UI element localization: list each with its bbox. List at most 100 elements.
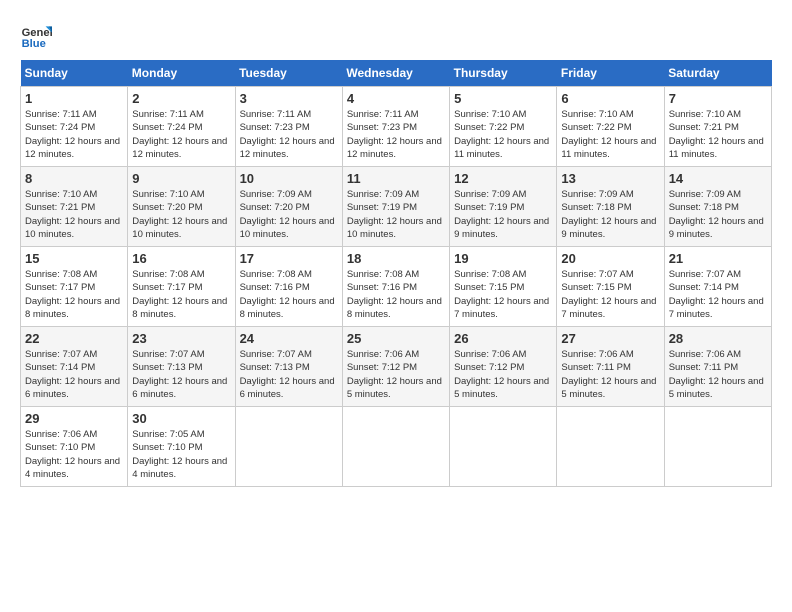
- calendar-cell: 12 Sunrise: 7:09 AMSunset: 7:19 PMDaylig…: [450, 167, 557, 247]
- calendar-table: SundayMondayTuesdayWednesdayThursdayFrid…: [20, 60, 772, 487]
- day-number: 12: [454, 171, 552, 186]
- svg-text:General: General: [22, 27, 52, 39]
- page-header: General Blue: [20, 20, 772, 52]
- calendar-week-row: 29 Sunrise: 7:06 AMSunset: 7:10 PMDaylig…: [21, 407, 772, 487]
- day-number: 1: [25, 91, 123, 106]
- day-info: Sunrise: 7:09 AMSunset: 7:18 PMDaylight:…: [561, 189, 656, 240]
- day-info: Sunrise: 7:10 AMSunset: 7:22 PMDaylight:…: [561, 109, 656, 160]
- calendar-cell: 11 Sunrise: 7:09 AMSunset: 7:19 PMDaylig…: [342, 167, 449, 247]
- day-info: Sunrise: 7:07 AMSunset: 7:15 PMDaylight:…: [561, 269, 656, 320]
- day-number: 2: [132, 91, 230, 106]
- day-number: 11: [347, 171, 445, 186]
- day-number: 18: [347, 251, 445, 266]
- day-number: 25: [347, 331, 445, 346]
- day-info: Sunrise: 7:08 AMSunset: 7:17 PMDaylight:…: [25, 269, 120, 320]
- day-number: 8: [25, 171, 123, 186]
- calendar-cell: 5 Sunrise: 7:10 AMSunset: 7:22 PMDayligh…: [450, 87, 557, 167]
- day-number: 17: [240, 251, 338, 266]
- svg-text:Blue: Blue: [22, 38, 46, 50]
- calendar-cell: 8 Sunrise: 7:10 AMSunset: 7:21 PMDayligh…: [21, 167, 128, 247]
- day-info: Sunrise: 7:09 AMSunset: 7:19 PMDaylight:…: [347, 189, 442, 240]
- day-info: Sunrise: 7:06 AMSunset: 7:10 PMDaylight:…: [25, 429, 120, 480]
- calendar-cell: 1 Sunrise: 7:11 AMSunset: 7:24 PMDayligh…: [21, 87, 128, 167]
- calendar-cell: 15 Sunrise: 7:08 AMSunset: 7:17 PMDaylig…: [21, 247, 128, 327]
- day-info: Sunrise: 7:11 AMSunset: 7:23 PMDaylight:…: [240, 109, 335, 160]
- day-info: Sunrise: 7:10 AMSunset: 7:20 PMDaylight:…: [132, 189, 227, 240]
- day-info: Sunrise: 7:10 AMSunset: 7:22 PMDaylight:…: [454, 109, 549, 160]
- calendar-week-row: 15 Sunrise: 7:08 AMSunset: 7:17 PMDaylig…: [21, 247, 772, 327]
- weekday-header-thursday: Thursday: [450, 60, 557, 87]
- day-number: 7: [669, 91, 767, 106]
- day-number: 24: [240, 331, 338, 346]
- day-info: Sunrise: 7:08 AMSunset: 7:16 PMDaylight:…: [240, 269, 335, 320]
- calendar-cell: 26 Sunrise: 7:06 AMSunset: 7:12 PMDaylig…: [450, 327, 557, 407]
- day-number: 27: [561, 331, 659, 346]
- calendar-cell: 9 Sunrise: 7:10 AMSunset: 7:20 PMDayligh…: [128, 167, 235, 247]
- day-info: Sunrise: 7:09 AMSunset: 7:18 PMDaylight:…: [669, 189, 764, 240]
- day-number: 10: [240, 171, 338, 186]
- calendar-cell: 19 Sunrise: 7:08 AMSunset: 7:15 PMDaylig…: [450, 247, 557, 327]
- calendar-cell: 23 Sunrise: 7:07 AMSunset: 7:13 PMDaylig…: [128, 327, 235, 407]
- calendar-cell: 24 Sunrise: 7:07 AMSunset: 7:13 PMDaylig…: [235, 327, 342, 407]
- calendar-cell: [557, 407, 664, 487]
- day-info: Sunrise: 7:07 AMSunset: 7:13 PMDaylight:…: [240, 349, 335, 400]
- weekday-header-wednesday: Wednesday: [342, 60, 449, 87]
- weekday-header-friday: Friday: [557, 60, 664, 87]
- weekday-header-tuesday: Tuesday: [235, 60, 342, 87]
- day-number: 5: [454, 91, 552, 106]
- day-number: 13: [561, 171, 659, 186]
- day-info: Sunrise: 7:08 AMSunset: 7:16 PMDaylight:…: [347, 269, 442, 320]
- weekday-header-monday: Monday: [128, 60, 235, 87]
- calendar-week-row: 22 Sunrise: 7:07 AMSunset: 7:14 PMDaylig…: [21, 327, 772, 407]
- calendar-cell: 27 Sunrise: 7:06 AMSunset: 7:11 PMDaylig…: [557, 327, 664, 407]
- day-number: 28: [669, 331, 767, 346]
- day-info: Sunrise: 7:06 AMSunset: 7:12 PMDaylight:…: [454, 349, 549, 400]
- calendar-cell: 4 Sunrise: 7:11 AMSunset: 7:23 PMDayligh…: [342, 87, 449, 167]
- day-number: 21: [669, 251, 767, 266]
- calendar-cell: 30 Sunrise: 7:05 AMSunset: 7:10 PMDaylig…: [128, 407, 235, 487]
- calendar-cell: 18 Sunrise: 7:08 AMSunset: 7:16 PMDaylig…: [342, 247, 449, 327]
- calendar-cell: 6 Sunrise: 7:10 AMSunset: 7:22 PMDayligh…: [557, 87, 664, 167]
- day-number: 20: [561, 251, 659, 266]
- calendar-cell: 16 Sunrise: 7:08 AMSunset: 7:17 PMDaylig…: [128, 247, 235, 327]
- weekday-header-row: SundayMondayTuesdayWednesdayThursdayFrid…: [21, 60, 772, 87]
- day-info: Sunrise: 7:11 AMSunset: 7:24 PMDaylight:…: [25, 109, 120, 160]
- calendar-cell: 14 Sunrise: 7:09 AMSunset: 7:18 PMDaylig…: [664, 167, 771, 247]
- day-info: Sunrise: 7:11 AMSunset: 7:23 PMDaylight:…: [347, 109, 442, 160]
- day-info: Sunrise: 7:08 AMSunset: 7:15 PMDaylight:…: [454, 269, 549, 320]
- day-number: 4: [347, 91, 445, 106]
- day-number: 19: [454, 251, 552, 266]
- calendar-cell: 13 Sunrise: 7:09 AMSunset: 7:18 PMDaylig…: [557, 167, 664, 247]
- day-number: 16: [132, 251, 230, 266]
- day-info: Sunrise: 7:11 AMSunset: 7:24 PMDaylight:…: [132, 109, 227, 160]
- calendar-cell: 25 Sunrise: 7:06 AMSunset: 7:12 PMDaylig…: [342, 327, 449, 407]
- calendar-cell: 20 Sunrise: 7:07 AMSunset: 7:15 PMDaylig…: [557, 247, 664, 327]
- day-number: 23: [132, 331, 230, 346]
- day-info: Sunrise: 7:09 AMSunset: 7:19 PMDaylight:…: [454, 189, 549, 240]
- day-number: 14: [669, 171, 767, 186]
- calendar-cell: [450, 407, 557, 487]
- calendar-cell: [664, 407, 771, 487]
- day-number: 22: [25, 331, 123, 346]
- calendar-cell: 2 Sunrise: 7:11 AMSunset: 7:24 PMDayligh…: [128, 87, 235, 167]
- day-info: Sunrise: 7:09 AMSunset: 7:20 PMDaylight:…: [240, 189, 335, 240]
- day-info: Sunrise: 7:07 AMSunset: 7:14 PMDaylight:…: [25, 349, 120, 400]
- day-info: Sunrise: 7:07 AMSunset: 7:14 PMDaylight:…: [669, 269, 764, 320]
- calendar-cell: 28 Sunrise: 7:06 AMSunset: 7:11 PMDaylig…: [664, 327, 771, 407]
- day-number: 3: [240, 91, 338, 106]
- weekday-header-sunday: Sunday: [21, 60, 128, 87]
- day-info: Sunrise: 7:10 AMSunset: 7:21 PMDaylight:…: [669, 109, 764, 160]
- day-number: 26: [454, 331, 552, 346]
- day-number: 30: [132, 411, 230, 426]
- day-number: 6: [561, 91, 659, 106]
- day-number: 9: [132, 171, 230, 186]
- day-info: Sunrise: 7:05 AMSunset: 7:10 PMDaylight:…: [132, 429, 227, 480]
- day-info: Sunrise: 7:06 AMSunset: 7:11 PMDaylight:…: [669, 349, 764, 400]
- weekday-header-saturday: Saturday: [664, 60, 771, 87]
- logo-icon: General Blue: [20, 20, 52, 52]
- day-number: 15: [25, 251, 123, 266]
- calendar-cell: 3 Sunrise: 7:11 AMSunset: 7:23 PMDayligh…: [235, 87, 342, 167]
- calendar-cell: 21 Sunrise: 7:07 AMSunset: 7:14 PMDaylig…: [664, 247, 771, 327]
- calendar-week-row: 8 Sunrise: 7:10 AMSunset: 7:21 PMDayligh…: [21, 167, 772, 247]
- calendar-cell: [342, 407, 449, 487]
